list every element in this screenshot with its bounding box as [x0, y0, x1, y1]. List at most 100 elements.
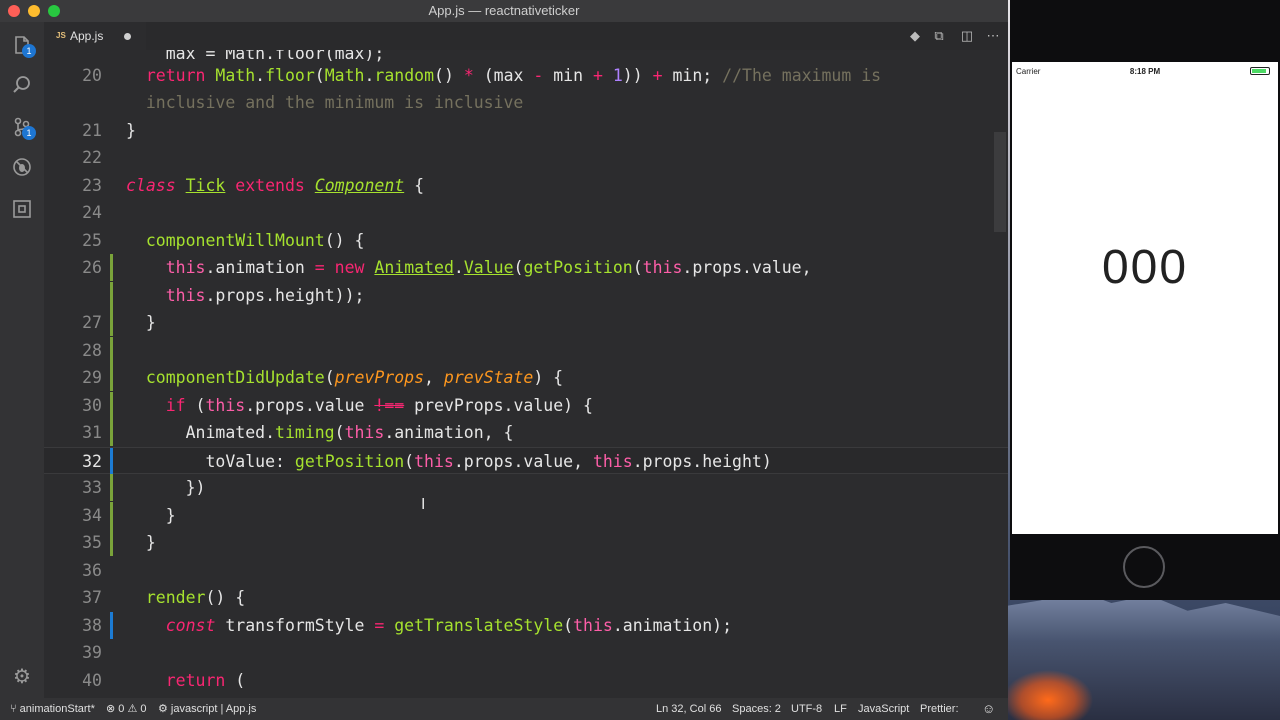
editor-scrollbar[interactable]	[994, 132, 1006, 232]
code-token: Math	[324, 66, 365, 85]
source-control-badge: 1	[22, 126, 36, 140]
feedback-smiley-icon[interactable]: ☺	[982, 698, 995, 720]
code-token: .animation);	[612, 616, 733, 635]
search-icon[interactable]	[10, 74, 34, 98]
problems-indicator[interactable]: ⊗ 0 ⚠ 0	[106, 698, 147, 720]
code-text: class Tick extends Component {	[126, 172, 424, 199]
code-token: .animation, {	[384, 423, 514, 442]
js-file-icon: JS	[56, 31, 66, 40]
code-token: const	[165, 616, 216, 635]
code-token: inclusive and the minimum is inclusive	[145, 93, 524, 112]
line-number: 23	[82, 176, 102, 195]
code-token: if	[165, 396, 186, 415]
code-line[interactable]: 31 Animated.timing(this.animation, {	[44, 419, 1008, 446]
warning-count: 0	[140, 703, 147, 715]
code-token: .props.height)	[632, 452, 772, 471]
code-line[interactable]: 33 })	[44, 474, 1008, 501]
code-token: transformStyle	[215, 616, 375, 635]
code-token: getPosition	[523, 258, 633, 277]
breadcrumb-scope: javascript	[170, 703, 218, 715]
code-token: }	[126, 506, 176, 525]
code-line[interactable]: 22	[44, 144, 1008, 171]
line-number: 20	[82, 66, 102, 85]
code-editor[interactable]: max = Math.floor(max); 20 return Math.flo…	[44, 50, 1008, 698]
git-compare-icon[interactable]: ◆	[906, 27, 924, 45]
close-window-button[interactable]	[8, 5, 20, 17]
code-text: }	[126, 117, 136, 144]
code-line[interactable]: 21}	[44, 117, 1008, 144]
open-preview-icon[interactable]: ⧉	[930, 27, 948, 45]
code-line[interactable]: 36	[44, 557, 1008, 584]
battery-icon	[1250, 67, 1270, 75]
prettier-status[interactable]: Prettier:	[920, 698, 959, 720]
tab-bar: JS App.js ◆ ⧉ ◫ ⋯	[44, 22, 1008, 50]
code-line[interactable]: 26 this.animation = new Animated.Value(g…	[44, 254, 1008, 281]
activity-bar: 1 1 ⚙	[0, 22, 44, 698]
split-editor-icon[interactable]: ◫	[958, 27, 976, 45]
code-line[interactable]: 29 componentDidUpdate(prevProps, prevSta…	[44, 364, 1008, 391]
code-line[interactable]: 27 }	[44, 309, 1008, 336]
debug-icon[interactable]	[10, 156, 34, 180]
simulator-screen[interactable]: Carrier 8:18 PM 000	[1012, 62, 1278, 534]
git-change-marker	[110, 612, 113, 639]
line-number: 29	[82, 368, 102, 387]
tab-app-js[interactable]: JS App.js	[44, 22, 146, 50]
code-line[interactable]: 25 componentWillMount() {	[44, 227, 1008, 254]
cursor-position[interactable]: Ln 32, Col 66	[656, 698, 721, 720]
code-text: Animated.timing(this.animation, {	[126, 419, 514, 446]
code-token: min	[543, 66, 593, 85]
code-line[interactable]: 30 if (this.props.value !== prevProps.va…	[44, 392, 1008, 419]
code-line[interactable]: this.props.height));	[44, 282, 1008, 309]
code-text: componentWillMount() {	[126, 227, 365, 254]
indentation-setting[interactable]: Spaces: 2	[732, 698, 781, 720]
more-actions-icon[interactable]: ⋯	[984, 27, 1002, 45]
code-line[interactable]: 38 const transformStyle = getTranslateSt…	[44, 612, 1008, 639]
code-line[interactable]: 20 return Math.floor(Math.random() * (ma…	[44, 62, 1008, 89]
code-line[interactable]: 37 render() {	[44, 584, 1008, 611]
code-text: this.animation = new Animated.Value(getP…	[126, 254, 812, 281]
eol-setting[interactable]: LF	[834, 698, 847, 720]
language-mode[interactable]: JavaScript	[858, 698, 909, 720]
code-line[interactable]: 35 }	[44, 529, 1008, 556]
code-token: this	[165, 286, 206, 305]
code-line[interactable]: 23 class Tick extends Component {	[44, 172, 1008, 199]
breadcrumb[interactable]: ⚙ javascript | App.js	[158, 698, 256, 720]
code-token: Animated	[374, 258, 454, 277]
code-token: componentWillMount	[145, 231, 325, 250]
settings-gear-icon[interactable]: ⚙	[10, 665, 34, 689]
home-button[interactable]	[1123, 546, 1165, 588]
branch-indicator[interactable]: ⑂ animationStart*	[10, 698, 95, 720]
ios-status-bar: Carrier 8:18 PM	[1012, 62, 1278, 80]
code-line[interactable]: 24	[44, 199, 1008, 226]
code-token: render	[145, 588, 206, 607]
explorer-badge: 1	[22, 44, 36, 58]
code-token: .props.value	[245, 396, 375, 415]
code-token: (	[404, 452, 415, 471]
extensions-icon[interactable]	[10, 198, 34, 222]
line-number: 38	[82, 616, 102, 635]
code-line[interactable]: 39	[44, 639, 1008, 666]
unsaved-dot-icon[interactable]	[124, 33, 131, 40]
encoding-setting[interactable]: UTF-8	[791, 698, 822, 720]
ticker-value: 000	[1101, 241, 1189, 294]
line-number: 32	[82, 452, 102, 471]
code-token: (	[225, 671, 246, 690]
code-token: }	[126, 313, 156, 332]
code-line[interactable]: 34 }	[44, 502, 1008, 529]
code-text: return Math.floor(Math.random() * (max -…	[126, 62, 881, 89]
code-text: const transformStyle = getTranslateStyle…	[126, 612, 732, 639]
minimize-window-button[interactable]	[28, 5, 40, 17]
code-line[interactable]: 40 return (	[44, 667, 1008, 694]
code-line[interactable]: 32 toValue: getPosition(this.props.value…	[44, 447, 1008, 475]
code-token: componentDidUpdate	[145, 368, 325, 387]
code-line[interactable]: inclusive and the minimum is inclusive	[44, 89, 1008, 116]
code-line[interactable]: 28	[44, 337, 1008, 364]
code-token: (	[334, 423, 345, 442]
code-token: class	[126, 176, 176, 195]
maximize-window-button[interactable]	[48, 5, 60, 17]
git-change-marker	[110, 364, 113, 391]
line-number: 36	[82, 561, 102, 580]
